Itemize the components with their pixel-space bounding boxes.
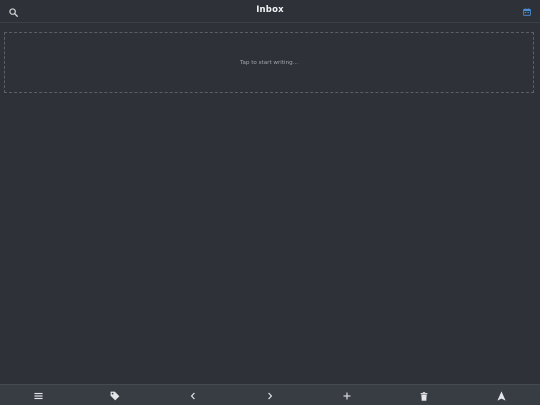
app-window: Inbox Tap to start writing... <box>0 0 540 405</box>
tag-icon <box>110 391 120 401</box>
next-button[interactable] <box>262 388 278 404</box>
menu-icon <box>33 392 43 400</box>
header-bar: Inbox <box>0 0 540 23</box>
calendar-button[interactable] <box>519 4 535 20</box>
calendar-icon <box>523 8 531 16</box>
plus-icon <box>343 392 351 400</box>
chevron-right-icon <box>268 392 273 400</box>
chevron-left-icon <box>190 392 195 400</box>
send-icon <box>496 391 506 401</box>
delete-button[interactable] <box>416 388 432 404</box>
menu-button[interactable] <box>30 388 46 404</box>
bottom-toolbar <box>0 384 540 405</box>
tag-button[interactable] <box>107 388 123 404</box>
page-title: Inbox <box>256 5 284 15</box>
note-composer[interactable]: Tap to start writing... <box>4 32 534 93</box>
trash-icon <box>420 391 428 401</box>
add-note-button[interactable] <box>339 388 355 404</box>
send-button[interactable] <box>493 388 509 404</box>
previous-button[interactable] <box>185 388 201 404</box>
composer-placeholder: Tap to start writing... <box>239 60 299 66</box>
